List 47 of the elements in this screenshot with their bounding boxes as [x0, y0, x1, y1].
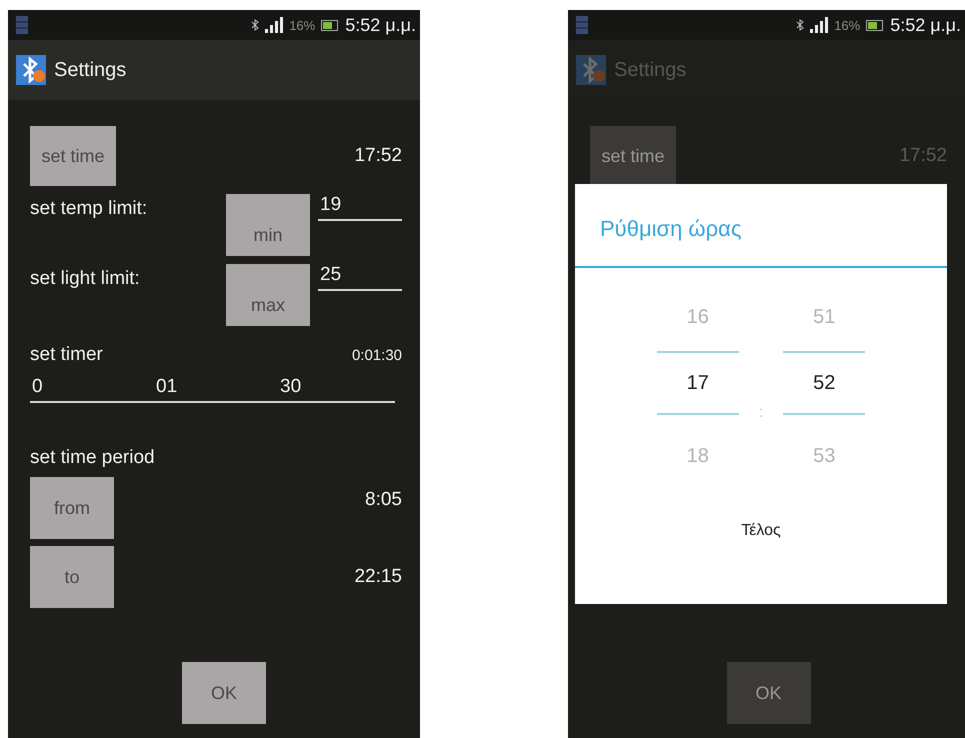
- done-button[interactable]: Τέλος: [729, 516, 793, 546]
- time-value: 17:52: [354, 145, 402, 167]
- ok-button[interactable]: OK: [726, 662, 810, 724]
- picker-selection[interactable]: 17: [656, 351, 739, 415]
- timer-field[interactable]: 0: [30, 376, 154, 403]
- limit-button[interactable]: min: [226, 194, 310, 256]
- limit-label: set light limit:: [30, 268, 141, 290]
- picker-selection[interactable]: 52: [783, 351, 866, 415]
- ok-button[interactable]: OK: [182, 662, 266, 724]
- battery-percent: 16%: [834, 18, 860, 32]
- battery-icon: [866, 20, 884, 30]
- notification-icon: [16, 16, 28, 34]
- clock: 5:52 μ.μ.: [345, 14, 416, 36]
- limit-button[interactable]: max: [226, 264, 310, 326]
- time-value: 17:52: [899, 145, 947, 167]
- period-button[interactable]: to: [30, 546, 114, 608]
- limit-field[interactable]: 19: [318, 194, 402, 221]
- app-title: Settings: [54, 58, 126, 82]
- set-time-button[interactable]: set time: [30, 126, 116, 186]
- period-label: set time period: [30, 447, 156, 469]
- time-separator: :: [758, 404, 764, 422]
- picker-option[interactable]: 51: [813, 306, 836, 329]
- signal-icon: [265, 17, 284, 33]
- set-time-button[interactable]: set time: [590, 126, 676, 186]
- limit-field[interactable]: 25: [318, 264, 402, 291]
- picker-option[interactable]: 18: [686, 445, 709, 468]
- timer-label: set timer: [30, 344, 103, 366]
- bluetooth-icon: [796, 19, 804, 31]
- timer-field[interactable]: 01: [154, 376, 278, 403]
- dialog-title: Ρύθμιση ώρας: [575, 184, 947, 268]
- timer-field[interactable]: 30: [278, 376, 395, 403]
- limit-label: set temp limit:: [30, 198, 148, 220]
- period-value: 22:15: [354, 566, 402, 588]
- clock: 5:52 μ.μ.: [890, 14, 961, 36]
- battery-percent: 16%: [289, 18, 316, 32]
- notification-icon: [576, 16, 588, 34]
- picker-option[interactable]: 53: [813, 445, 836, 468]
- picker-option[interactable]: 16: [686, 306, 709, 329]
- signal-icon: [810, 17, 828, 33]
- app-icon: [16, 55, 46, 85]
- bluetooth-icon: [251, 19, 260, 31]
- app-title: Settings: [614, 58, 686, 82]
- period-value: 8:05: [365, 489, 402, 511]
- timer-reading: 0:01:30: [352, 346, 402, 364]
- period-button[interactable]: from: [30, 477, 114, 539]
- battery-icon: [321, 20, 340, 30]
- app-icon: [576, 55, 606, 85]
